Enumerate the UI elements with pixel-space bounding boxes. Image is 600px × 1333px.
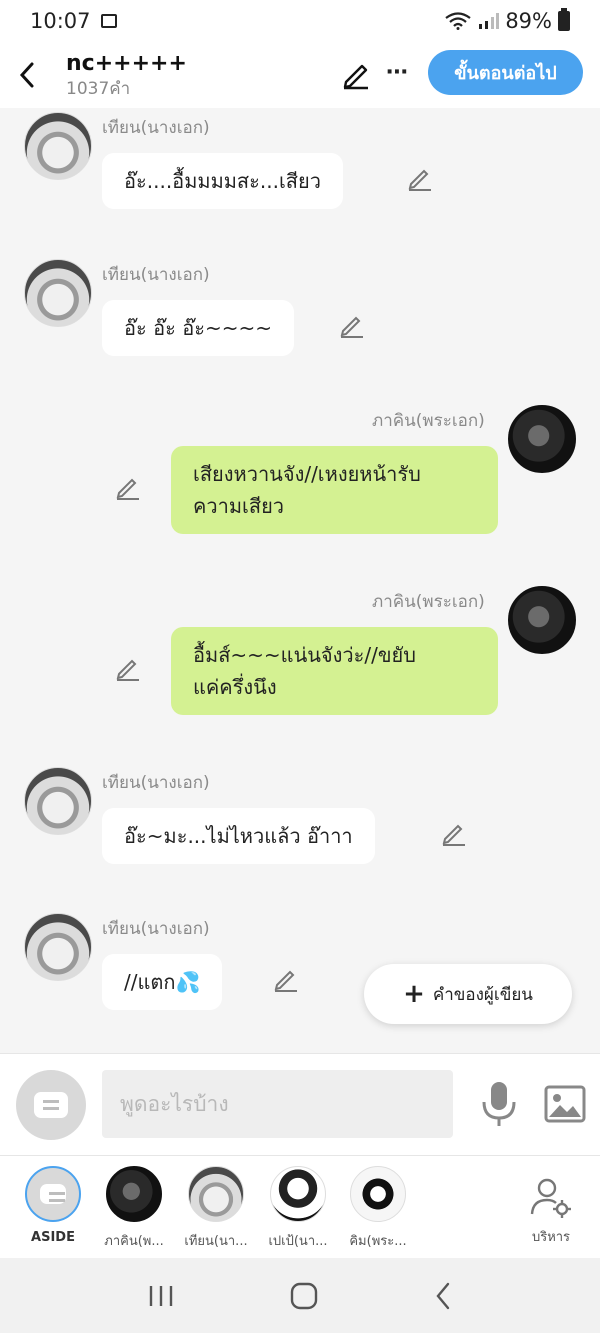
title-block: nc+++++ 1037คำ xyxy=(66,51,187,100)
chat-bubble-icon xyxy=(34,1092,68,1118)
avatar xyxy=(106,1166,162,1222)
speaker-name: เทียน(นางเอก) xyxy=(102,265,210,285)
speaker-name: ภาคิน(พระเอก) xyxy=(372,411,485,431)
chat-bubble-icon xyxy=(40,1184,66,1204)
message-bubble[interactable]: อื้มส์~~~แน่นจังว่ะ//ขยับ แค่ครึ่งนึง xyxy=(171,627,498,715)
avatar[interactable] xyxy=(24,112,92,180)
character-item[interactable]: คิม(พระ... xyxy=(338,1166,418,1251)
character-label: คิม(พระ... xyxy=(349,1234,407,1249)
message-line: เสียงหวานจัง//เหงยหน้ารับ xyxy=(193,462,421,486)
message-bubble[interactable]: //แตก💦 xyxy=(102,954,223,1010)
chat-area[interactable]: เทียน(นางเอก) อ๊ะ....อื้มมมมสะ...เสียว เ… xyxy=(0,108,600,1053)
character-item[interactable]: เทียน(นา... xyxy=(176,1166,256,1251)
avatar[interactable] xyxy=(24,767,92,835)
status-time: 10:07 xyxy=(30,9,91,33)
pencil-icon[interactable] xyxy=(406,164,434,192)
avatar[interactable] xyxy=(508,586,576,654)
plus-icon: + xyxy=(403,979,425,1009)
battery-text: 89% xyxy=(505,9,552,33)
character-label: เปเป้(นา... xyxy=(268,1234,328,1249)
message-bubble[interactable]: เสียงหวานจัง//เหงยหน้ารับ ความเสียว xyxy=(171,446,498,534)
image-icon[interactable] xyxy=(544,1084,586,1124)
pencil-icon[interactable] xyxy=(114,473,142,501)
system-nav-bar xyxy=(0,1258,600,1333)
home-icon[interactable] xyxy=(290,1282,318,1310)
character-label: เทียน(นา... xyxy=(184,1234,248,1249)
message-bubble[interactable]: อ๊ะ....อื้มมมมสะ...เสียว xyxy=(102,153,343,209)
speaker-name: เทียน(นางเอก) xyxy=(102,773,210,793)
speaker-name: ภาคิน(พระเอก) xyxy=(372,592,485,612)
wifi-icon xyxy=(445,12,471,30)
message-line: ความเสียว xyxy=(193,494,285,518)
character-item[interactable]: เปเป้(นา... xyxy=(258,1166,338,1251)
recent-apps-icon[interactable] xyxy=(148,1284,174,1308)
pencil-icon[interactable] xyxy=(338,311,366,339)
back-button[interactable] xyxy=(2,45,52,105)
signal-icon xyxy=(479,13,500,29)
back-nav-icon[interactable] xyxy=(434,1282,452,1310)
message-bubble[interactable]: อ๊ะ~มะ...ไม่ไหวแล้ว อ๊าาา xyxy=(102,808,375,864)
character-aside[interactable]: ASIDE xyxy=(13,1166,93,1245)
character-label: ภาคิน(พ... xyxy=(104,1234,164,1249)
user-settings-icon xyxy=(530,1178,571,1218)
avatar[interactable] xyxy=(508,405,576,473)
edit-title-icon[interactable] xyxy=(340,58,372,90)
character-label: ASIDE xyxy=(31,1230,75,1245)
aside-avatar xyxy=(25,1166,81,1222)
word-count: 1037คำ xyxy=(66,78,131,99)
character-bar: ASIDE ภาคิน(พ... เทียน(นา... เปเป้(นา...… xyxy=(0,1155,600,1258)
chevron-left-icon xyxy=(19,62,34,88)
pencil-icon[interactable] xyxy=(114,654,142,682)
speaker-name: เทียน(นางเอก) xyxy=(102,118,210,138)
character-item[interactable]: ภาคิน(พ... xyxy=(94,1166,174,1251)
app-header: nc+++++ 1037คำ ⋯ ขั้นตอนต่อไป xyxy=(0,42,600,108)
aside-toggle-button[interactable] xyxy=(16,1070,86,1140)
more-options-icon[interactable]: ⋯ xyxy=(386,60,409,85)
avatar[interactable] xyxy=(24,913,92,981)
message-bubble[interactable]: อ๊ะ อ๊ะ อ๊ะ~~~~ xyxy=(102,300,295,356)
next-step-button[interactable]: ขั้นตอนต่อไป xyxy=(428,50,583,95)
pencil-icon[interactable] xyxy=(272,965,300,993)
avatar xyxy=(350,1166,406,1222)
message-line: อื้มส์~~~แน่นจังว่ะ//ขยับ xyxy=(193,643,416,667)
status-bar: 10:07 89% xyxy=(0,0,600,42)
battery-icon xyxy=(558,8,570,31)
status-right: 89% xyxy=(445,8,570,33)
pencil-icon[interactable] xyxy=(440,819,468,847)
composer xyxy=(0,1053,600,1155)
add-aside-button[interactable]: + คำของผู้เขียน xyxy=(364,964,572,1024)
add-aside-label: คำของผู้เขียน xyxy=(432,984,533,1005)
avatar[interactable] xyxy=(24,259,92,327)
message-line: แค่ครึ่งนึง xyxy=(193,675,277,699)
manage-characters-button[interactable]: บริหาร xyxy=(516,1176,586,1247)
page-title: nc+++++ xyxy=(66,50,187,76)
message-input[interactable] xyxy=(102,1070,453,1138)
avatar xyxy=(188,1166,244,1222)
microphone-icon[interactable] xyxy=(478,1080,520,1128)
avatar xyxy=(270,1166,326,1222)
manage-label: บริหาร xyxy=(531,1230,571,1245)
image-notification-icon xyxy=(100,14,117,28)
speaker-name: เทียน(นางเอก) xyxy=(102,919,210,939)
